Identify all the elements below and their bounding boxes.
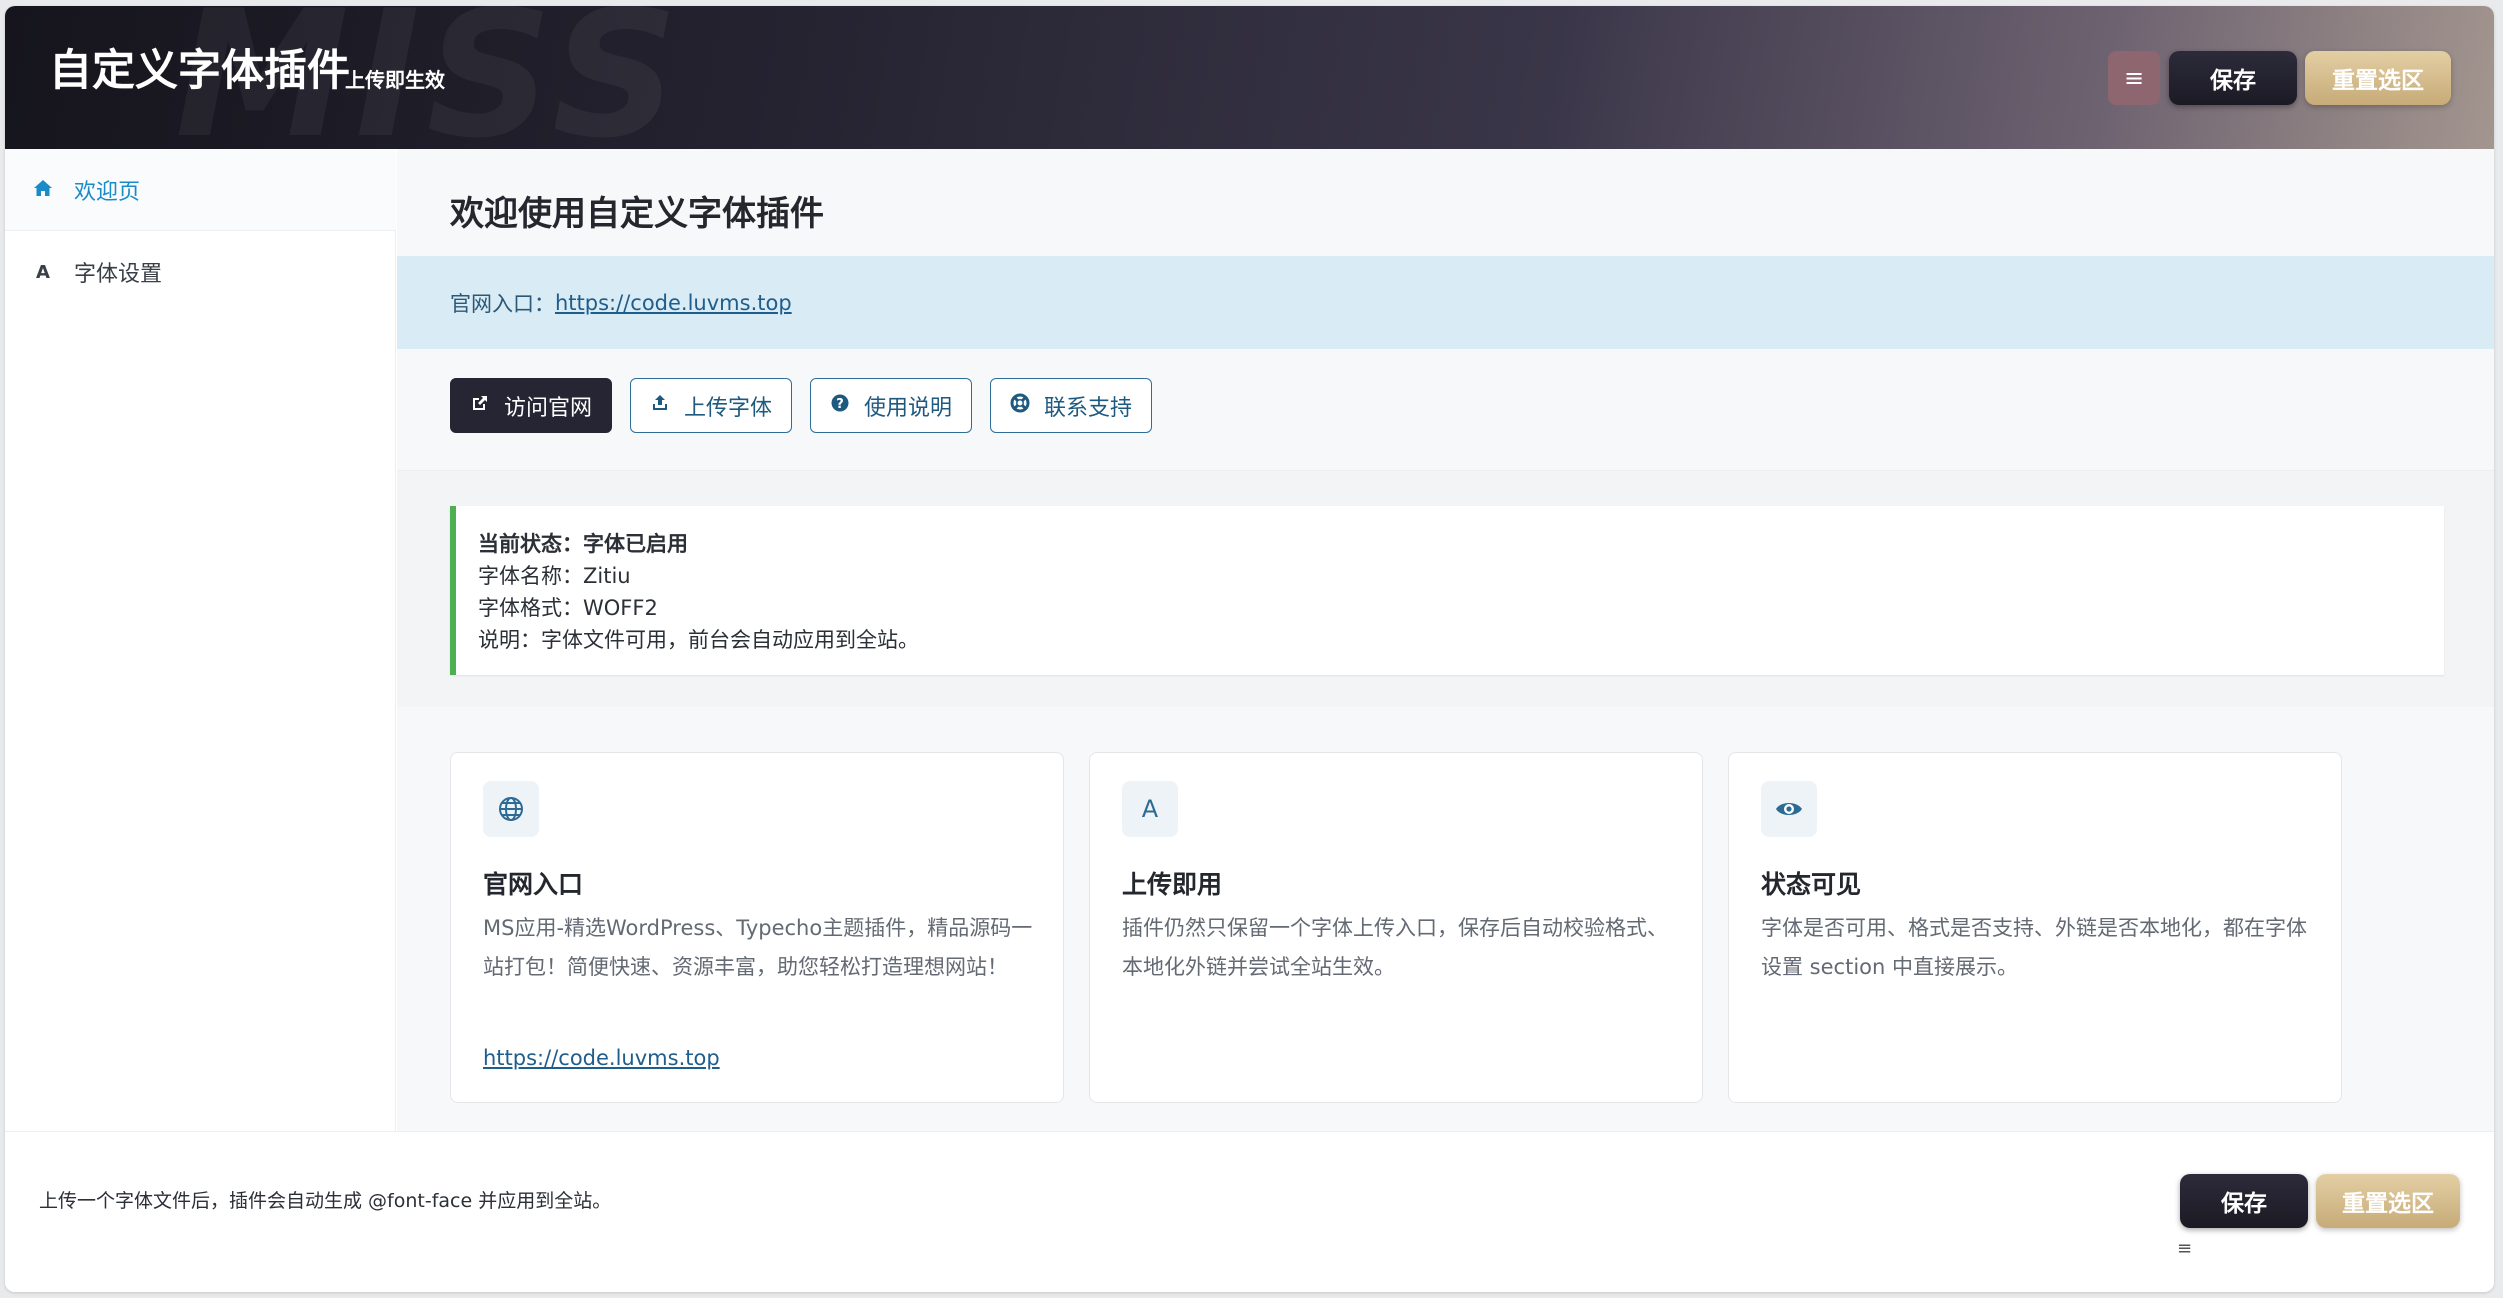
card-title: 官网入口 (483, 870, 584, 899)
app-subtitle: 上传即生效 (345, 68, 445, 92)
hamburger-icon: ≡ (2123, 64, 2145, 92)
button-label: 访问官网 (504, 395, 593, 421)
font-name-line: 字体名称：Zitiu (478, 564, 631, 588)
button-label: 联系支持 (1044, 395, 1133, 421)
save-button[interactable]: 保存 (2169, 51, 2297, 105)
sidebar: 欢迎页 A 字体设置 (5, 149, 396, 1131)
main-content: 欢迎使用自定义字体插件 官网入口： https://code.luvms.top… (397, 149, 2494, 1131)
status-note-line: 说明：字体文件可用，前台会自动应用到全站。 (478, 628, 919, 652)
upload-font-button[interactable]: 上传字体 (630, 378, 793, 433)
card-text: 插件仍然只保留一个字体上传入口，保存后自动校验格式、本地化外链并尝试全站生效。 (1122, 916, 1668, 979)
status-line: 当前状态：字体已启用 (478, 532, 688, 556)
sidebar-item-welcome[interactable]: 欢迎页 (5, 149, 396, 231)
home-icon (32, 178, 54, 202)
reset-section-button-bottom[interactable]: 重置选区 (2316, 1174, 2460, 1228)
status-value: 字体已启用 (583, 532, 688, 556)
external-link-icon (470, 393, 490, 418)
status-note-value: 字体文件可用，前台会自动应用到全站。 (541, 628, 919, 652)
font-format-value: WOFF2 (583, 596, 658, 620)
feature-card-official-site: 官网入口 MS应用-精选WordPress、Typecho主题插件，精品源码一站… (450, 752, 1064, 1103)
globe-icon (483, 781, 539, 837)
font-name-value: Zitiu (583, 564, 631, 588)
footer-note: 上传一个字体文件后，插件会自动生成 @font-face 并应用到全站。 (39, 1190, 612, 1212)
official-site-link[interactable]: https://code.luvms.top (555, 291, 792, 315)
info-prefix: 官网入口： (450, 291, 555, 316)
question-circle-icon: ? (830, 393, 850, 418)
info-banner: 官网入口： https://code.luvms.top (397, 256, 2494, 349)
page-title: 欢迎使用自定义字体插件 (450, 194, 824, 234)
upload-icon (650, 393, 670, 418)
card-text: MS应用-精选WordPress、Typecho主题插件，精品源码一站打包！简便… (483, 916, 1033, 979)
button-label: 上传字体 (684, 395, 773, 421)
eye-icon (1761, 781, 1817, 837)
top-header: MISS 自定义字体插件 上传即生效 ≡ 保存 重置选区 (5, 6, 2494, 163)
usage-guide-button[interactable]: ? 使用说明 (810, 378, 973, 433)
action-buttons: 访问官网 上传字体 ? 使用说明 联系支持 (450, 378, 1153, 433)
footer-bar: 上传一个字体文件后，插件会自动生成 @font-face 并应用到全站。 保存 … (5, 1131, 2494, 1292)
feature-card-upload: A 上传即用 插件仍然只保留一个字体上传入口，保存后自动校验格式、本地化外链并尝… (1089, 752, 1703, 1103)
sidebar-item-label: 欢迎页 (74, 179, 141, 205)
app-window: MISS 自定义字体插件 上传即生效 ≡ 保存 重置选区 欢迎页 A 字体设置 … (5, 6, 2494, 1292)
hamburger-icon[interactable]: ≡ (2177, 1238, 2192, 1259)
sidebar-item-font-settings[interactable]: A 字体设置 (5, 231, 396, 313)
card-text: 字体是否可用、格式是否支持、外链是否本地化，都在字体设置 section 中直接… (1761, 916, 2307, 979)
font-icon: A (1122, 781, 1178, 837)
visit-site-button[interactable]: 访问官网 (450, 378, 613, 433)
lifebuoy-icon (1010, 393, 1030, 418)
card-title: 状态可见 (1761, 870, 1862, 899)
menu-button[interactable]: ≡ (2108, 51, 2160, 105)
card-title: 上传即用 (1122, 870, 1223, 899)
contact-support-button[interactable]: 联系支持 (990, 378, 1153, 433)
save-button-bottom[interactable]: 保存 (2180, 1174, 2308, 1228)
font-icon: A (36, 261, 50, 283)
card-link[interactable]: https://code.luvms.top (483, 1046, 720, 1070)
svg-text:?: ? (836, 397, 844, 412)
reset-section-button[interactable]: 重置选区 (2305, 51, 2451, 105)
font-status-panel: 当前状态：字体已启用 字体名称：Zitiu 字体格式：WOFF2 说明：字体文件… (450, 506, 2444, 675)
sidebar-item-label: 字体设置 (74, 262, 163, 287)
feature-card-status: 状态可见 字体是否可用、格式是否支持、外链是否本地化，都在字体设置 sectio… (1728, 752, 2342, 1103)
app-title: 自定义字体插件 (49, 46, 350, 96)
button-label: 使用说明 (864, 395, 953, 421)
font-format-line: 字体格式：WOFF2 (478, 596, 658, 620)
